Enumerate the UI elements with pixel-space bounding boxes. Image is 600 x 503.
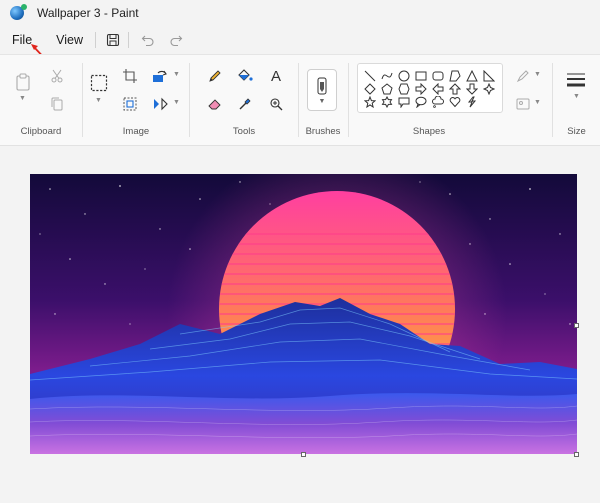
shapes-label: Shapes — [412, 126, 446, 137]
clipboard-label: Clipboard — [20, 126, 62, 137]
size-label: Size — [567, 126, 586, 137]
flip-chevron-icon[interactable]: ▼ — [173, 99, 180, 106]
file-menu[interactable]: File — [6, 29, 38, 51]
lightning-shape-icon[interactable] — [464, 94, 480, 110]
shape-style-group: ▼ ▼ — [510, 55, 548, 145]
paste-icon[interactable] — [12, 71, 34, 93]
window-title: Wallpaper 3 - Paint — [37, 6, 139, 20]
heart-shape-icon[interactable] — [447, 94, 463, 110]
pencil-icon[interactable] — [204, 65, 226, 87]
magnifier-icon[interactable] — [265, 93, 287, 115]
fill-bucket-icon[interactable] — [234, 65, 256, 87]
six-point-star-shape-icon[interactable] — [379, 94, 395, 110]
size-chevron-icon[interactable]: ▼ — [573, 93, 580, 100]
flip-icon[interactable] — [149, 93, 171, 115]
shapes-gallery — [357, 63, 503, 113]
size-lines-icon[interactable] — [565, 69, 587, 91]
ribbon: ▼ Clipboard ▼ ▼ ▼ Image A Tools Brushes … — [0, 54, 600, 146]
menu-bar: File View — [0, 26, 600, 54]
menu-divider — [128, 32, 130, 48]
view-menu[interactable]: View — [50, 29, 89, 51]
brush-icon — [317, 77, 327, 94]
canvas-area[interactable] — [0, 147, 600, 503]
tools-group: A Tools — [190, 55, 298, 145]
color-picker-icon[interactable] — [234, 93, 256, 115]
tools-label: Tools — [232, 126, 256, 137]
resize-handle-bottom[interactable] — [301, 452, 306, 457]
image-group: ▼ ▼ ▼ Image — [83, 55, 189, 145]
select-chevron-icon[interactable]: ▼ — [95, 97, 102, 104]
rotate-icon[interactable] — [149, 65, 171, 87]
fill-chevron-icon[interactable]: ▼ — [534, 99, 541, 106]
resize-icon[interactable] — [119, 93, 141, 115]
five-point-star-shape-icon[interactable] — [362, 94, 378, 110]
clipboard-group: ▼ Clipboard — [0, 55, 82, 145]
crop-icon[interactable] — [119, 65, 141, 87]
fill-icon[interactable] — [512, 93, 534, 115]
wallpaper-artwork — [30, 174, 577, 454]
brushes-label: Brushes — [305, 126, 341, 137]
title-bar: Wallpaper 3 - Paint — [0, 0, 600, 26]
outline-icon[interactable] — [512, 65, 534, 87]
rotate-chevron-icon[interactable]: ▼ — [173, 71, 180, 78]
brushes-button[interactable]: ▼ — [307, 69, 337, 111]
resize-handle-corner[interactable] — [574, 452, 579, 457]
undo-icon[interactable] — [137, 29, 159, 51]
copy-icon[interactable] — [46, 93, 68, 115]
rectangle-callout-shape-icon[interactable] — [396, 94, 412, 110]
paste-chevron-icon[interactable]: ▼ — [19, 95, 26, 102]
image-label: Image — [122, 126, 150, 137]
oval-callout-shape-icon[interactable] — [413, 94, 429, 110]
four-point-star-shape-icon[interactable] — [481, 81, 497, 97]
eraser-icon[interactable] — [204, 93, 226, 115]
text-icon[interactable]: A — [265, 65, 287, 87]
select-icon[interactable] — [88, 72, 110, 94]
paint-app-icon — [10, 4, 27, 20]
cloud-callout-shape-icon[interactable] — [430, 94, 446, 110]
cut-icon[interactable] — [46, 65, 68, 87]
redo-icon[interactable] — [165, 29, 187, 51]
resize-handle-right[interactable] — [574, 323, 579, 328]
menu-divider — [95, 32, 97, 48]
save-icon[interactable] — [102, 29, 124, 51]
brushes-chevron-icon: ▼ — [318, 97, 326, 105]
synthwave-wallpaper-image[interactable] — [30, 174, 577, 454]
size-group: ▼ Size — [553, 55, 600, 145]
outline-chevron-icon[interactable]: ▼ — [534, 71, 541, 78]
